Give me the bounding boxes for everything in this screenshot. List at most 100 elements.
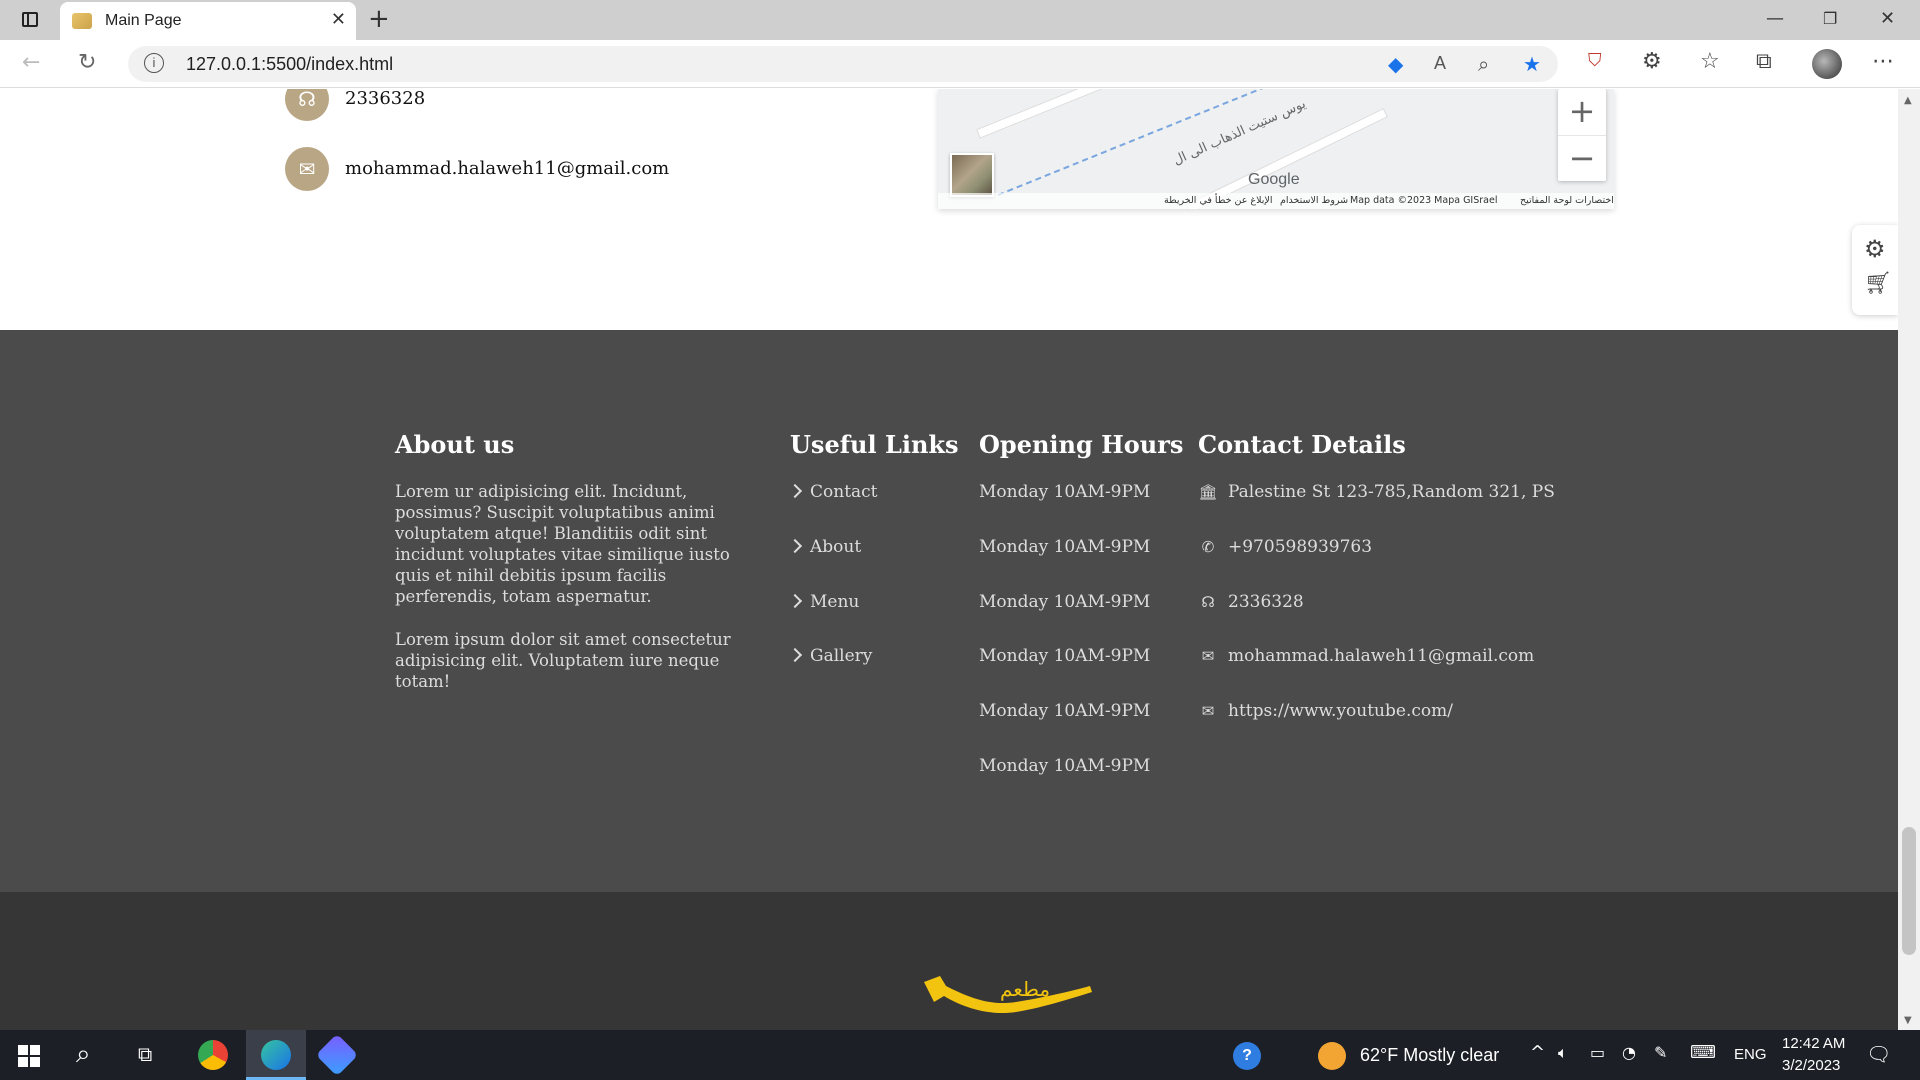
browser-tab-bar: Main Page ✕ + — ❐ ✕	[0, 0, 1920, 40]
favorites-icon[interactable]: ☆	[1700, 49, 1720, 74]
scroll-up-icon[interactable]: ▲	[1904, 95, 1912, 106]
google-logo: Google	[1248, 171, 1300, 188]
battery-icon[interactable]: ▭	[1590, 1043, 1605, 1062]
new-tab-icon[interactable]: +	[368, 4, 390, 34]
map-terms-link[interactable]: شروط الاستخدام	[1280, 195, 1348, 206]
more-menu-icon[interactable]: ⋯	[1872, 49, 1894, 74]
site-info-icon[interactable]: i	[144, 53, 164, 73]
pen-icon[interactable]: ✎	[1654, 1043, 1667, 1062]
help-icon[interactable]: ?	[1233, 1042, 1261, 1070]
browser-tab[interactable]: Main Page ✕	[60, 2, 356, 40]
floating-side-widget: ⚙ 🛒︎	[1852, 225, 1898, 315]
map-road	[976, 89, 1370, 139]
headphones-icon: ☊	[285, 89, 329, 121]
tab-actions-icon[interactable]	[16, 8, 44, 32]
zoom-out-button[interactable]: −	[1558, 135, 1606, 181]
search-icon[interactable]: ⌕	[76, 1039, 91, 1070]
tray-chevron-up-icon[interactable]: ^	[1530, 1042, 1545, 1063]
footer-link-contact[interactable]: Contact	[787, 482, 878, 502]
address-bar[interactable]: i 127.0.0.1:5500/index.html ◆ A ⌕ ★	[128, 46, 1558, 82]
site-footer: About us Lorem ur adipisicing elit. Inci…	[0, 330, 1898, 892]
logo-text: مطعم	[1000, 977, 1050, 1001]
site-favicon-icon	[72, 13, 92, 29]
settings-gear-icon[interactable]: ⚙	[1864, 235, 1886, 263]
window-close-icon[interactable]: ✕	[1880, 8, 1895, 29]
restore-icon[interactable]: ❐	[1823, 9, 1837, 28]
envelope-icon: ✉	[1201, 702, 1215, 720]
back-icon[interactable]: ←	[22, 50, 40, 75]
url-text[interactable]: 127.0.0.1:5500/index.html	[186, 54, 393, 75]
refresh-icon[interactable]: ↻	[78, 50, 96, 75]
edge-icon	[261, 1040, 291, 1070]
contact-landline: ☊ 2336328	[1198, 592, 1303, 612]
chevron-right-icon	[787, 647, 803, 663]
opening-hours-heading: Opening Hours	[979, 430, 1184, 459]
tab-title: Main Page	[105, 12, 182, 29]
shopping-tag-icon[interactable]: ◆	[1388, 52, 1403, 76]
volume-icon[interactable]: 🔈︎	[1558, 1043, 1568, 1063]
page-scrollbar[interactable]: ▲ ▼	[1898, 89, 1920, 1030]
weather-text[interactable]: 62°F Mostly clear	[1360, 1045, 1499, 1066]
extensions-icon[interactable]: ⚙	[1642, 49, 1662, 74]
edge-taskbar-button[interactable]	[246, 1030, 306, 1080]
opening-hours-item: Monday 10AM-9PM	[979, 646, 1151, 666]
windows-taskbar: ⌕ ⧉ ? 62°F Mostly clear ^ 🔈︎ ▭ ◔ ✎ ⌨ ENG…	[0, 1030, 1920, 1080]
map-data-text: Map data ©2023 Mapa GISrael	[1350, 195, 1498, 206]
extension-shield-icon[interactable]: ⛉	[1588, 50, 1602, 71]
opening-hours-item: Monday 10AM-9PM	[979, 756, 1151, 776]
footer-bottom-bar: مطعم	[0, 892, 1898, 1030]
app-taskbar-icon[interactable]	[315, 1033, 359, 1077]
keyboard-icon[interactable]: ⌨	[1690, 1042, 1716, 1063]
language-indicator[interactable]: ENG	[1734, 1046, 1767, 1063]
task-view-icon[interactable]: ⧉	[138, 1042, 152, 1066]
contact-mobile: ✆ +970598939763	[1198, 537, 1372, 557]
profile-avatar[interactable]	[1812, 49, 1842, 79]
scrollbar-thumb[interactable]	[1902, 827, 1916, 955]
contact-youtube[interactable]: ✉ https://www.youtube.com/	[1198, 701, 1453, 721]
contact-email: mohammad.halaweh11@gmail.com	[345, 158, 670, 179]
wifi-icon[interactable]: ◔	[1622, 1043, 1636, 1062]
about-paragraph: Lorem ipsum dolor sit amet consectetur a…	[395, 630, 731, 691]
about-text: Lorem ur adipisicing elit. Incidunt, pos…	[395, 481, 745, 692]
clock-date[interactable]: 3/2/2023	[1782, 1057, 1840, 1074]
minimize-icon[interactable]: —	[1766, 8, 1784, 29]
favorite-star-icon[interactable]: ★	[1523, 52, 1541, 76]
chevron-right-icon	[787, 483, 803, 499]
page-viewport: ☊ 2336328 ✉ mohammad.halaweh11@gmail.com…	[0, 89, 1898, 1030]
tab-close-icon[interactable]: ✕	[331, 9, 346, 30]
footer-link-gallery[interactable]: Gallery	[787, 646, 872, 666]
chevron-right-icon	[787, 538, 803, 554]
google-map[interactable]: يوس ستيت الذهاب الى ال Google + − الإبلا…	[938, 89, 1614, 209]
contact-phone: 2336328	[345, 89, 426, 109]
map-zoom-controls: + −	[1558, 89, 1606, 181]
useful-links-heading: Useful Links	[790, 430, 959, 459]
chrome-taskbar-icon[interactable]	[198, 1040, 228, 1070]
about-heading: About us	[395, 430, 515, 459]
contact-address: 🏛︎ Palestine St 123-785,Random 321, PS	[1198, 482, 1555, 502]
clock-time[interactable]: 12:42 AM	[1782, 1035, 1845, 1052]
opening-hours-item: Monday 10AM-9PM	[979, 592, 1151, 612]
map-satellite-toggle[interactable]	[950, 153, 994, 197]
contact-email[interactable]: ✉ mohammad.halaweh11@gmail.com	[1198, 646, 1535, 666]
contact-details-heading: Contact Details	[1198, 430, 1406, 459]
shopping-cart-icon[interactable]: 🛒︎	[1864, 271, 1892, 296]
envelope-icon: ✉	[1201, 647, 1215, 665]
footer-link-menu[interactable]: Menu	[787, 592, 859, 612]
windows-start-icon[interactable]	[18, 1045, 40, 1067]
about-paragraph: Lorem ur adipisicing elit. Incidunt, pos…	[395, 482, 730, 606]
opening-hours-item: Monday 10AM-9PM	[979, 701, 1151, 721]
map-attribution: الإبلاغ عن خطأ في الخريطة شروط الاستخدام…	[938, 193, 1614, 209]
map-shortcuts-link[interactable]: اختصارات لوحة المفاتيح	[1520, 195, 1614, 206]
zoom-icon[interactable]: ⌕	[1478, 52, 1489, 76]
opening-hours-item: Monday 10AM-9PM	[979, 537, 1151, 557]
scroll-down-icon[interactable]: ▼	[1904, 1015, 1912, 1026]
bank-icon: 🏛︎	[1198, 483, 1218, 501]
map-report-link[interactable]: الإبلاغ عن خطأ في الخريطة	[1164, 195, 1272, 206]
opening-hours-item: Monday 10AM-9PM	[979, 482, 1151, 502]
footer-link-about[interactable]: About	[787, 537, 861, 557]
zoom-in-button[interactable]: +	[1558, 89, 1606, 135]
collections-icon[interactable]: ⧉	[1756, 49, 1772, 74]
read-aloud-icon[interactable]: A	[1434, 53, 1446, 74]
weather-moon-icon	[1318, 1042, 1346, 1070]
notifications-icon[interactable]: 🗨︎	[1866, 1042, 1891, 1066]
